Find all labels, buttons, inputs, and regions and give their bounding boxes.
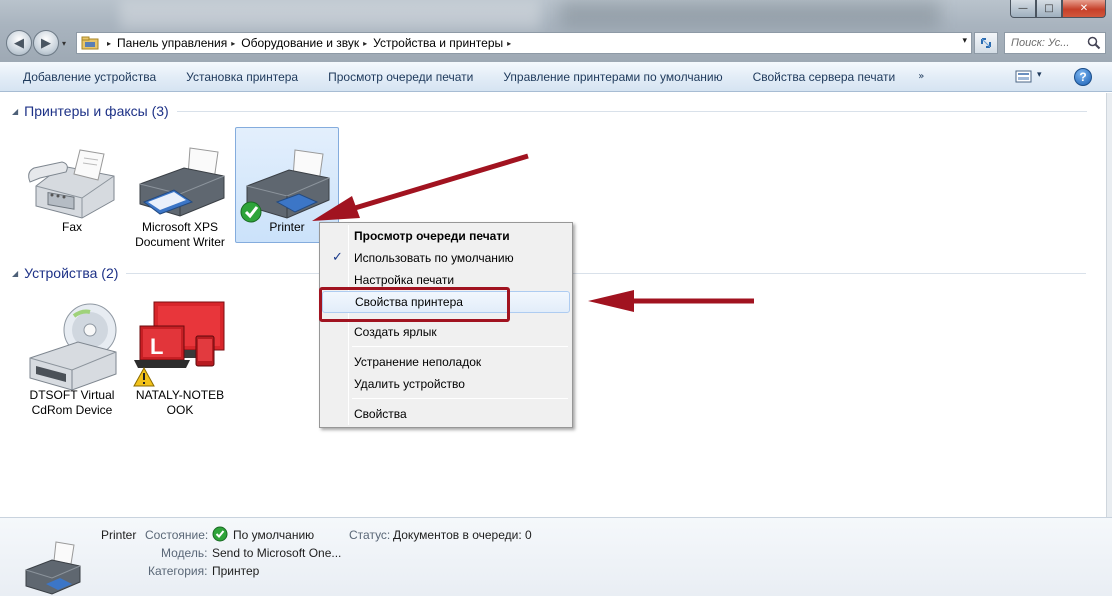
details-state-value: По умолчанию bbox=[233, 528, 315, 542]
details-status-label: Статус: bbox=[349, 528, 391, 542]
details-state-label: Состояние: bbox=[145, 528, 209, 542]
details-category-label: Категория: bbox=[148, 564, 208, 578]
details-device-name: Printer bbox=[101, 528, 137, 542]
details-category-value: Принтер bbox=[212, 564, 260, 578]
arrow-head-icon bbox=[312, 196, 360, 221]
details-model-label: Модель: bbox=[161, 546, 208, 560]
details-status-value: Документов в очереди: 0 bbox=[393, 528, 532, 542]
default-check-icon bbox=[212, 526, 228, 542]
details-model-value: Send to Microsoft One... bbox=[212, 546, 342, 560]
arrow-head-icon bbox=[588, 290, 634, 312]
printer-icon bbox=[25, 541, 81, 595]
annotation-arrow-top bbox=[354, 153, 529, 211]
annotation-arrows bbox=[312, 153, 754, 312]
details-pane: Printer Состояние: По умолчанию Статус: … bbox=[0, 517, 1112, 596]
